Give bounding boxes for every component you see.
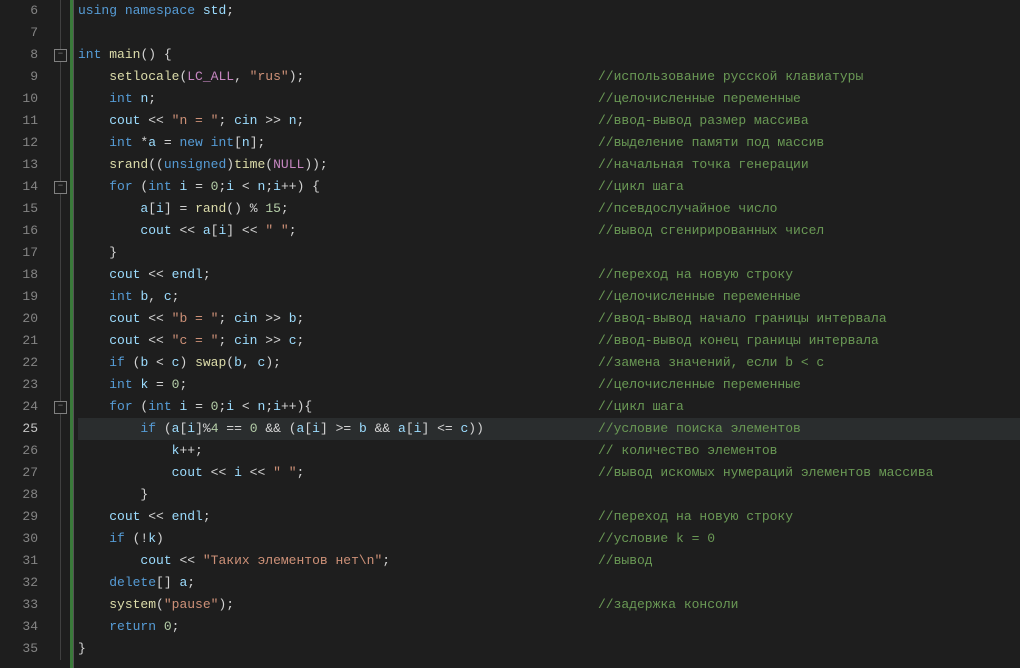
line-number: 31: [10, 550, 38, 572]
code-line[interactable]: int k = 0;//целочисленные переменные: [78, 374, 1020, 396]
comment: //задержка консоли: [598, 594, 738, 616]
line-number: 15: [10, 198, 38, 220]
comment: //цикл шага: [598, 396, 684, 418]
line-number: 14: [10, 176, 38, 198]
comment: //ввод-вывод начало границы интервала: [598, 308, 887, 330]
fold-toggle-icon[interactable]: −: [54, 401, 67, 414]
code-line[interactable]: if (!k)//условие k = 0: [78, 528, 1020, 550]
code-line[interactable]: cout << endl;//переход на новую строку: [78, 506, 1020, 528]
comment: //вывод: [598, 550, 653, 572]
code-line[interactable]: cout << "Таких элементов нет\n";//вывод: [78, 550, 1020, 572]
code-line[interactable]: int main() {: [78, 44, 1020, 66]
line-number: 12: [10, 132, 38, 154]
comment: //начальная точка генерации: [598, 154, 809, 176]
line-number: 9: [10, 66, 38, 88]
line-number: 22: [10, 352, 38, 374]
line-number: 20: [10, 308, 38, 330]
line-number: 21: [10, 330, 38, 352]
line-number: 33: [10, 594, 38, 616]
comment: //ввод-вывод размер массива: [598, 110, 809, 132]
comment: //псевдослучайное число: [598, 198, 777, 220]
line-number: 13: [10, 154, 38, 176]
fold-toggle-icon[interactable]: −: [54, 49, 67, 62]
code-line[interactable]: for (int i = 0;i < n;i++) {//цикл шага: [78, 176, 1020, 198]
line-number: 8: [10, 44, 38, 66]
code-line[interactable]: }: [78, 242, 1020, 264]
code-line[interactable]: return 0;: [78, 616, 1020, 638]
code-line[interactable]: delete[] a;: [78, 572, 1020, 594]
code-line[interactable]: if (b < c) swap(b, c);//замена значений,…: [78, 352, 1020, 374]
line-number: 28: [10, 484, 38, 506]
code-line[interactable]: int n;//целочисленные переменные: [78, 88, 1020, 110]
comment: //целочисленные переменные: [598, 88, 801, 110]
line-number: 30: [10, 528, 38, 550]
code-line[interactable]: cout << "n = "; cin >> n;//ввод-вывод ра…: [78, 110, 1020, 132]
fold-gutter: − − −: [52, 0, 70, 668]
code-line[interactable]: system("pause");//задержка консоли: [78, 594, 1020, 616]
comment: //замена значений, если b < c: [598, 352, 824, 374]
code-line[interactable]: if (a[i]%4 == 0 && (a[i] >= b && a[i] <=…: [78, 418, 1020, 440]
comment: //целочисленные переменные: [598, 286, 801, 308]
code-area[interactable]: using namespace std; int main() { setloca…: [70, 0, 1020, 668]
code-line[interactable]: cout << a[i] << " ";//вывод сгенирирован…: [78, 220, 1020, 242]
code-editor: 6789101112131415161718192021222324252627…: [0, 0, 1020, 668]
line-number: 10: [10, 88, 38, 110]
code-line[interactable]: }: [78, 638, 1020, 660]
code-line[interactable]: cout << "b = "; cin >> b;//ввод-вывод на…: [78, 308, 1020, 330]
code-line[interactable]: k++;// количество элементов: [78, 440, 1020, 462]
comment: //вывод сгенирированных чисел: [598, 220, 824, 242]
line-number: 32: [10, 572, 38, 594]
code-line[interactable]: for (int i = 0;i < n;i++){//цикл шага: [78, 396, 1020, 418]
line-number: 29: [10, 506, 38, 528]
comment: //выделение памяти под массив: [598, 132, 824, 154]
line-number: 27: [10, 462, 38, 484]
line-number: 26: [10, 440, 38, 462]
comment: //использование русской клавиатуры: [598, 66, 863, 88]
line-number: 11: [10, 110, 38, 132]
code-line[interactable]: cout << "c = "; cin >> c;//ввод-вывод ко…: [78, 330, 1020, 352]
code-line[interactable]: a[i] = rand() % 15;//псевдослучайное чис…: [78, 198, 1020, 220]
line-number: 6: [10, 0, 38, 22]
line-number: 24: [10, 396, 38, 418]
code-line[interactable]: cout << endl;//переход на новую строку: [78, 264, 1020, 286]
comment: //вывод искомых нумераций элементов масс…: [598, 462, 933, 484]
comment: // количество элементов: [598, 440, 777, 462]
comment: //цикл шага: [598, 176, 684, 198]
code-line[interactable]: setlocale(LC_ALL, "rus");//использование…: [78, 66, 1020, 88]
line-number: 18: [10, 264, 38, 286]
line-number: 34: [10, 616, 38, 638]
comment: //условие поиска элементов: [598, 418, 801, 440]
comment: //переход на новую строку: [598, 264, 793, 286]
code-line[interactable]: srand((unsigned)time(NULL));//начальная …: [78, 154, 1020, 176]
code-line[interactable]: int b, c;//целочисленные переменные: [78, 286, 1020, 308]
line-number: 17: [10, 242, 38, 264]
line-number: 25: [10, 418, 38, 440]
comment: //ввод-вывод конец границы интервала: [598, 330, 879, 352]
line-number: 19: [10, 286, 38, 308]
comment: //переход на новую строку: [598, 506, 793, 528]
code-line[interactable]: }: [78, 484, 1020, 506]
line-number: 7: [10, 22, 38, 44]
indent-guide: [73, 0, 74, 668]
fold-toggle-icon[interactable]: −: [54, 181, 67, 194]
comment: //целочисленные переменные: [598, 374, 801, 396]
line-number: 16: [10, 220, 38, 242]
line-number: 35: [10, 638, 38, 660]
code-line[interactable]: int *a = new int[n];//выделение памяти п…: [78, 132, 1020, 154]
code-line[interactable]: using namespace std;: [78, 0, 1020, 22]
line-number: 23: [10, 374, 38, 396]
code-line[interactable]: cout << i << " ";//вывод искомых нумерац…: [78, 462, 1020, 484]
line-number-gutter: 6789101112131415161718192021222324252627…: [0, 0, 52, 668]
code-line[interactable]: [78, 22, 1020, 44]
comment: //условие k = 0: [598, 528, 715, 550]
